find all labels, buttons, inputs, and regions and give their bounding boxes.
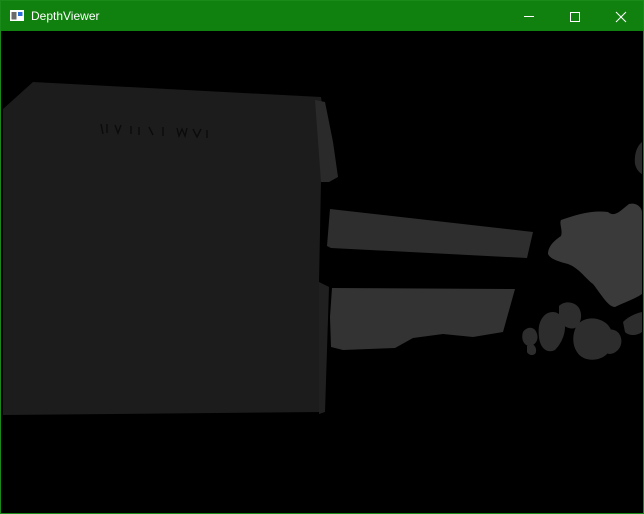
title-bar[interactable]: DepthViewer: [1, 1, 643, 31]
close-icon: [615, 11, 627, 23]
maximize-button[interactable]: [552, 1, 598, 31]
depth-image: [3, 32, 642, 512]
close-button[interactable]: [598, 1, 644, 31]
depth-box-object: [3, 82, 338, 415]
maximize-icon: [570, 12, 580, 22]
app-window-icon: [10, 10, 24, 21]
minimize-button[interactable]: [506, 1, 552, 31]
minimize-icon: [524, 16, 534, 17]
depthviewer-window: DepthViewer: [0, 0, 644, 514]
window-title: DepthViewer: [31, 9, 100, 23]
depth-image-canvas[interactable]: [3, 32, 642, 512]
